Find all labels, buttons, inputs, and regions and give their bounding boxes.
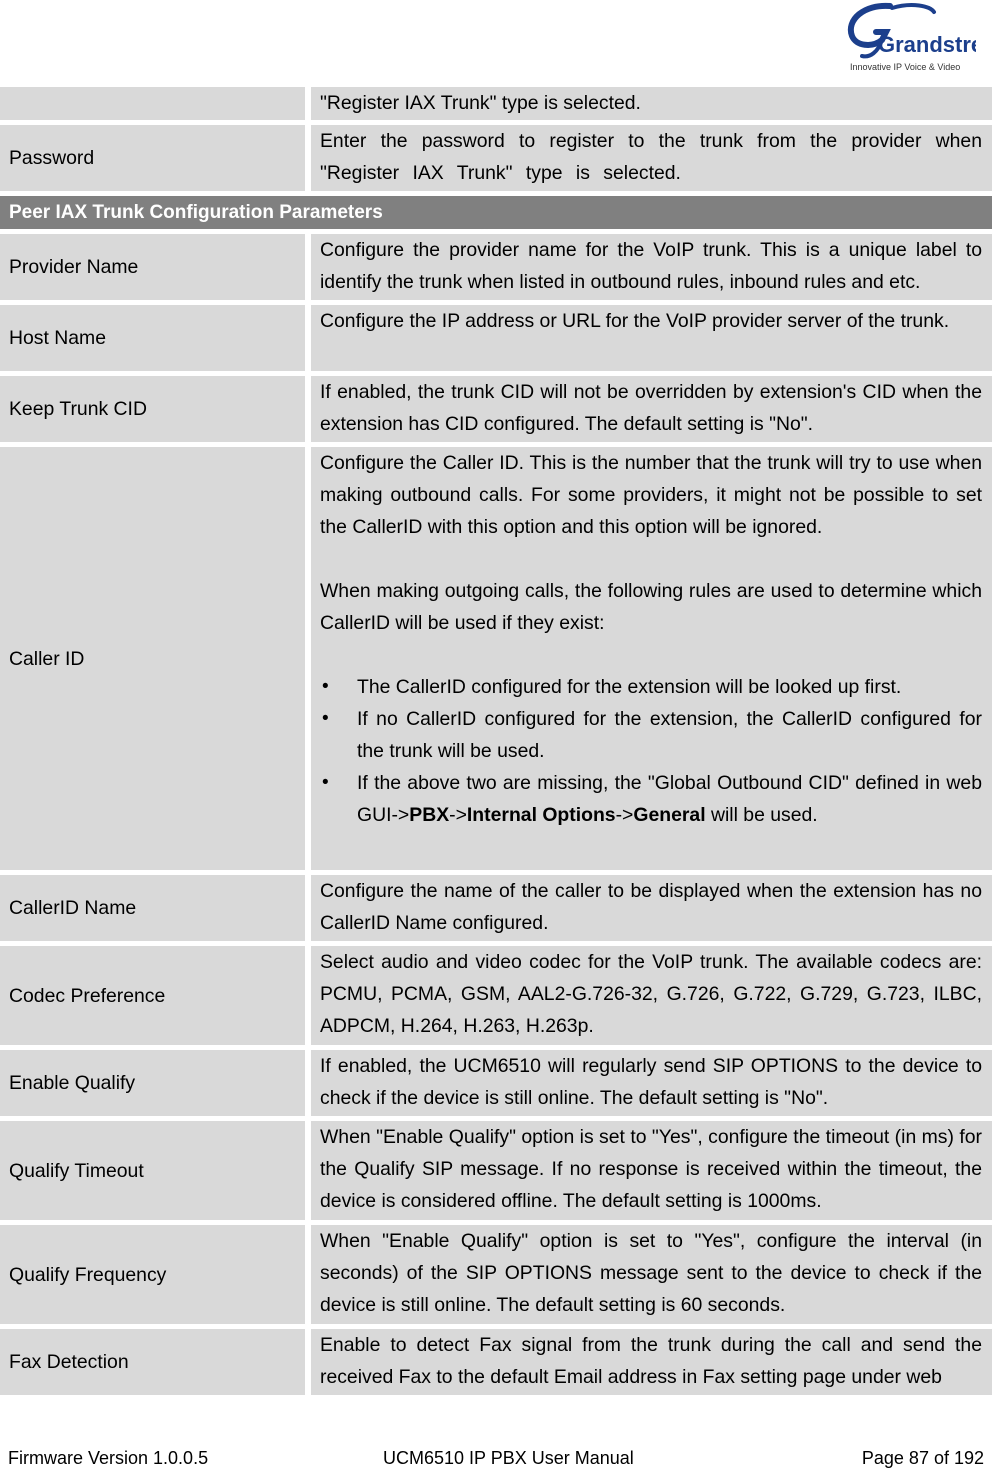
param-description: When "Enable Qualify" option is set to "… bbox=[311, 1121, 992, 1220]
bullet-icon: • bbox=[322, 772, 329, 793]
param-description: If enabled, the UCM6510 will regularly s… bbox=[311, 1050, 992, 1116]
text-segment: will be used. bbox=[705, 804, 818, 826]
table-row-keep-trunk-cid: Keep Trunk CID If enabled, the trunk CID… bbox=[0, 376, 992, 442]
logo-tagline: Innovative IP Voice & Video bbox=[850, 62, 960, 72]
param-description: Configure the IP address or URL for the … bbox=[311, 305, 992, 371]
table-row-caller-id: Caller ID Configure the Caller ID. This … bbox=[0, 447, 992, 870]
caller-id-paragraph-2: When making outgoing calls, the followin… bbox=[320, 580, 982, 634]
table-row-host-name: Host Name Configure the IP address or UR… bbox=[0, 305, 992, 371]
caller-id-rules-list: • The CallerID configured for the extens… bbox=[320, 671, 982, 831]
param-description: "Register IAX Trunk" type is selected. bbox=[311, 87, 992, 120]
param-description: When "Enable Qualify" option is set to "… bbox=[311, 1225, 992, 1324]
list-item: • If the above two are missing, the "Glo… bbox=[320, 767, 982, 831]
param-name: Caller ID bbox=[0, 447, 305, 870]
table-row-codec-preference: Codec Preference Select audio and video … bbox=[0, 946, 992, 1045]
param-description: If enabled, the trunk CID will not be ov… bbox=[311, 376, 992, 442]
table-row-qualify-timeout: Qualify Timeout When "Enable Qualify" op… bbox=[0, 1121, 992, 1220]
text-segment: -> bbox=[615, 804, 634, 826]
list-item-text: The CallerID configured for the extensio… bbox=[357, 676, 902, 698]
param-name: CallerID Name bbox=[0, 875, 305, 941]
param-name: Provider Name bbox=[0, 234, 305, 300]
logo-brand-text: Grandstream bbox=[878, 32, 976, 57]
firmware-version: Firmware Version 1.0.0.5 bbox=[8, 1448, 209, 1468]
grandstream-logo-icon: Grandstream Innovative IP Voice & Video bbox=[847, 2, 976, 72]
param-name: Password bbox=[0, 125, 305, 191]
page-number: Page 87 of 192 bbox=[861, 1448, 984, 1468]
param-name: Qualify Timeout bbox=[0, 1121, 305, 1220]
section-header: Peer IAX Trunk Configuration Parameters bbox=[0, 196, 992, 229]
bullet-icon: • bbox=[322, 676, 329, 697]
manual-title: UCM6510 IP PBX User Manual bbox=[383, 1448, 634, 1468]
caller-id-paragraph-1: Configure the Caller ID. This is the num… bbox=[320, 452, 982, 538]
table-row-password: Password Enter the password to register … bbox=[0, 125, 992, 191]
table-row-fax-detection: Fax Detection Enable to detect Fax signa… bbox=[0, 1329, 992, 1395]
param-name: Codec Preference bbox=[0, 946, 305, 1045]
grandstream-logo: Grandstream Innovative IP Voice & Video bbox=[842, 2, 976, 76]
param-name: Enable Qualify bbox=[0, 1050, 305, 1116]
table-row-callerid-name: CallerID Name Configure the name of the … bbox=[0, 875, 992, 941]
param-name bbox=[0, 87, 305, 120]
list-item: • If no CallerID configured for the exte… bbox=[320, 703, 982, 767]
table-row-qualify-frequency: Qualify Frequency When "Enable Qualify" … bbox=[0, 1225, 992, 1324]
bullet-icon: • bbox=[322, 708, 329, 729]
param-description: Enter the password to register to the tr… bbox=[311, 125, 992, 191]
list-item: • The CallerID configured for the extens… bbox=[320, 671, 982, 703]
menu-path-pbx: PBX bbox=[409, 804, 450, 826]
param-description: Configure the Caller ID. This is the num… bbox=[311, 447, 992, 870]
menu-path-general: General bbox=[633, 804, 706, 826]
param-description: Configure the name of the caller to be d… bbox=[311, 875, 992, 941]
table-row-enable-qualify: Enable Qualify If enabled, the UCM6510 w… bbox=[0, 1050, 992, 1116]
param-description: Select audio and video codec for the VoI… bbox=[311, 946, 992, 1045]
table-row-continuation: "Register IAX Trunk" type is selected. bbox=[0, 87, 992, 120]
text-segment: -> bbox=[449, 804, 467, 826]
menu-path-internal-options: Internal Options bbox=[466, 804, 616, 826]
list-item-text: If no CallerID configured for the extens… bbox=[357, 708, 982, 762]
table-row-provider-name: Provider Name Configure the provider nam… bbox=[0, 234, 992, 300]
parameters-table: "Register IAX Trunk" type is selected. P… bbox=[0, 87, 992, 1400]
param-description: Enable to detect Fax signal from the tru… bbox=[311, 1329, 992, 1395]
param-name: Qualify Frequency bbox=[0, 1225, 305, 1324]
param-name: Keep Trunk CID bbox=[0, 376, 305, 442]
param-name: Host Name bbox=[0, 305, 305, 371]
list-item-text: If the above two are missing, the "Globa… bbox=[357, 772, 982, 826]
param-description: Configure the provider name for the VoIP… bbox=[311, 234, 992, 300]
param-name: Fax Detection bbox=[0, 1329, 305, 1395]
